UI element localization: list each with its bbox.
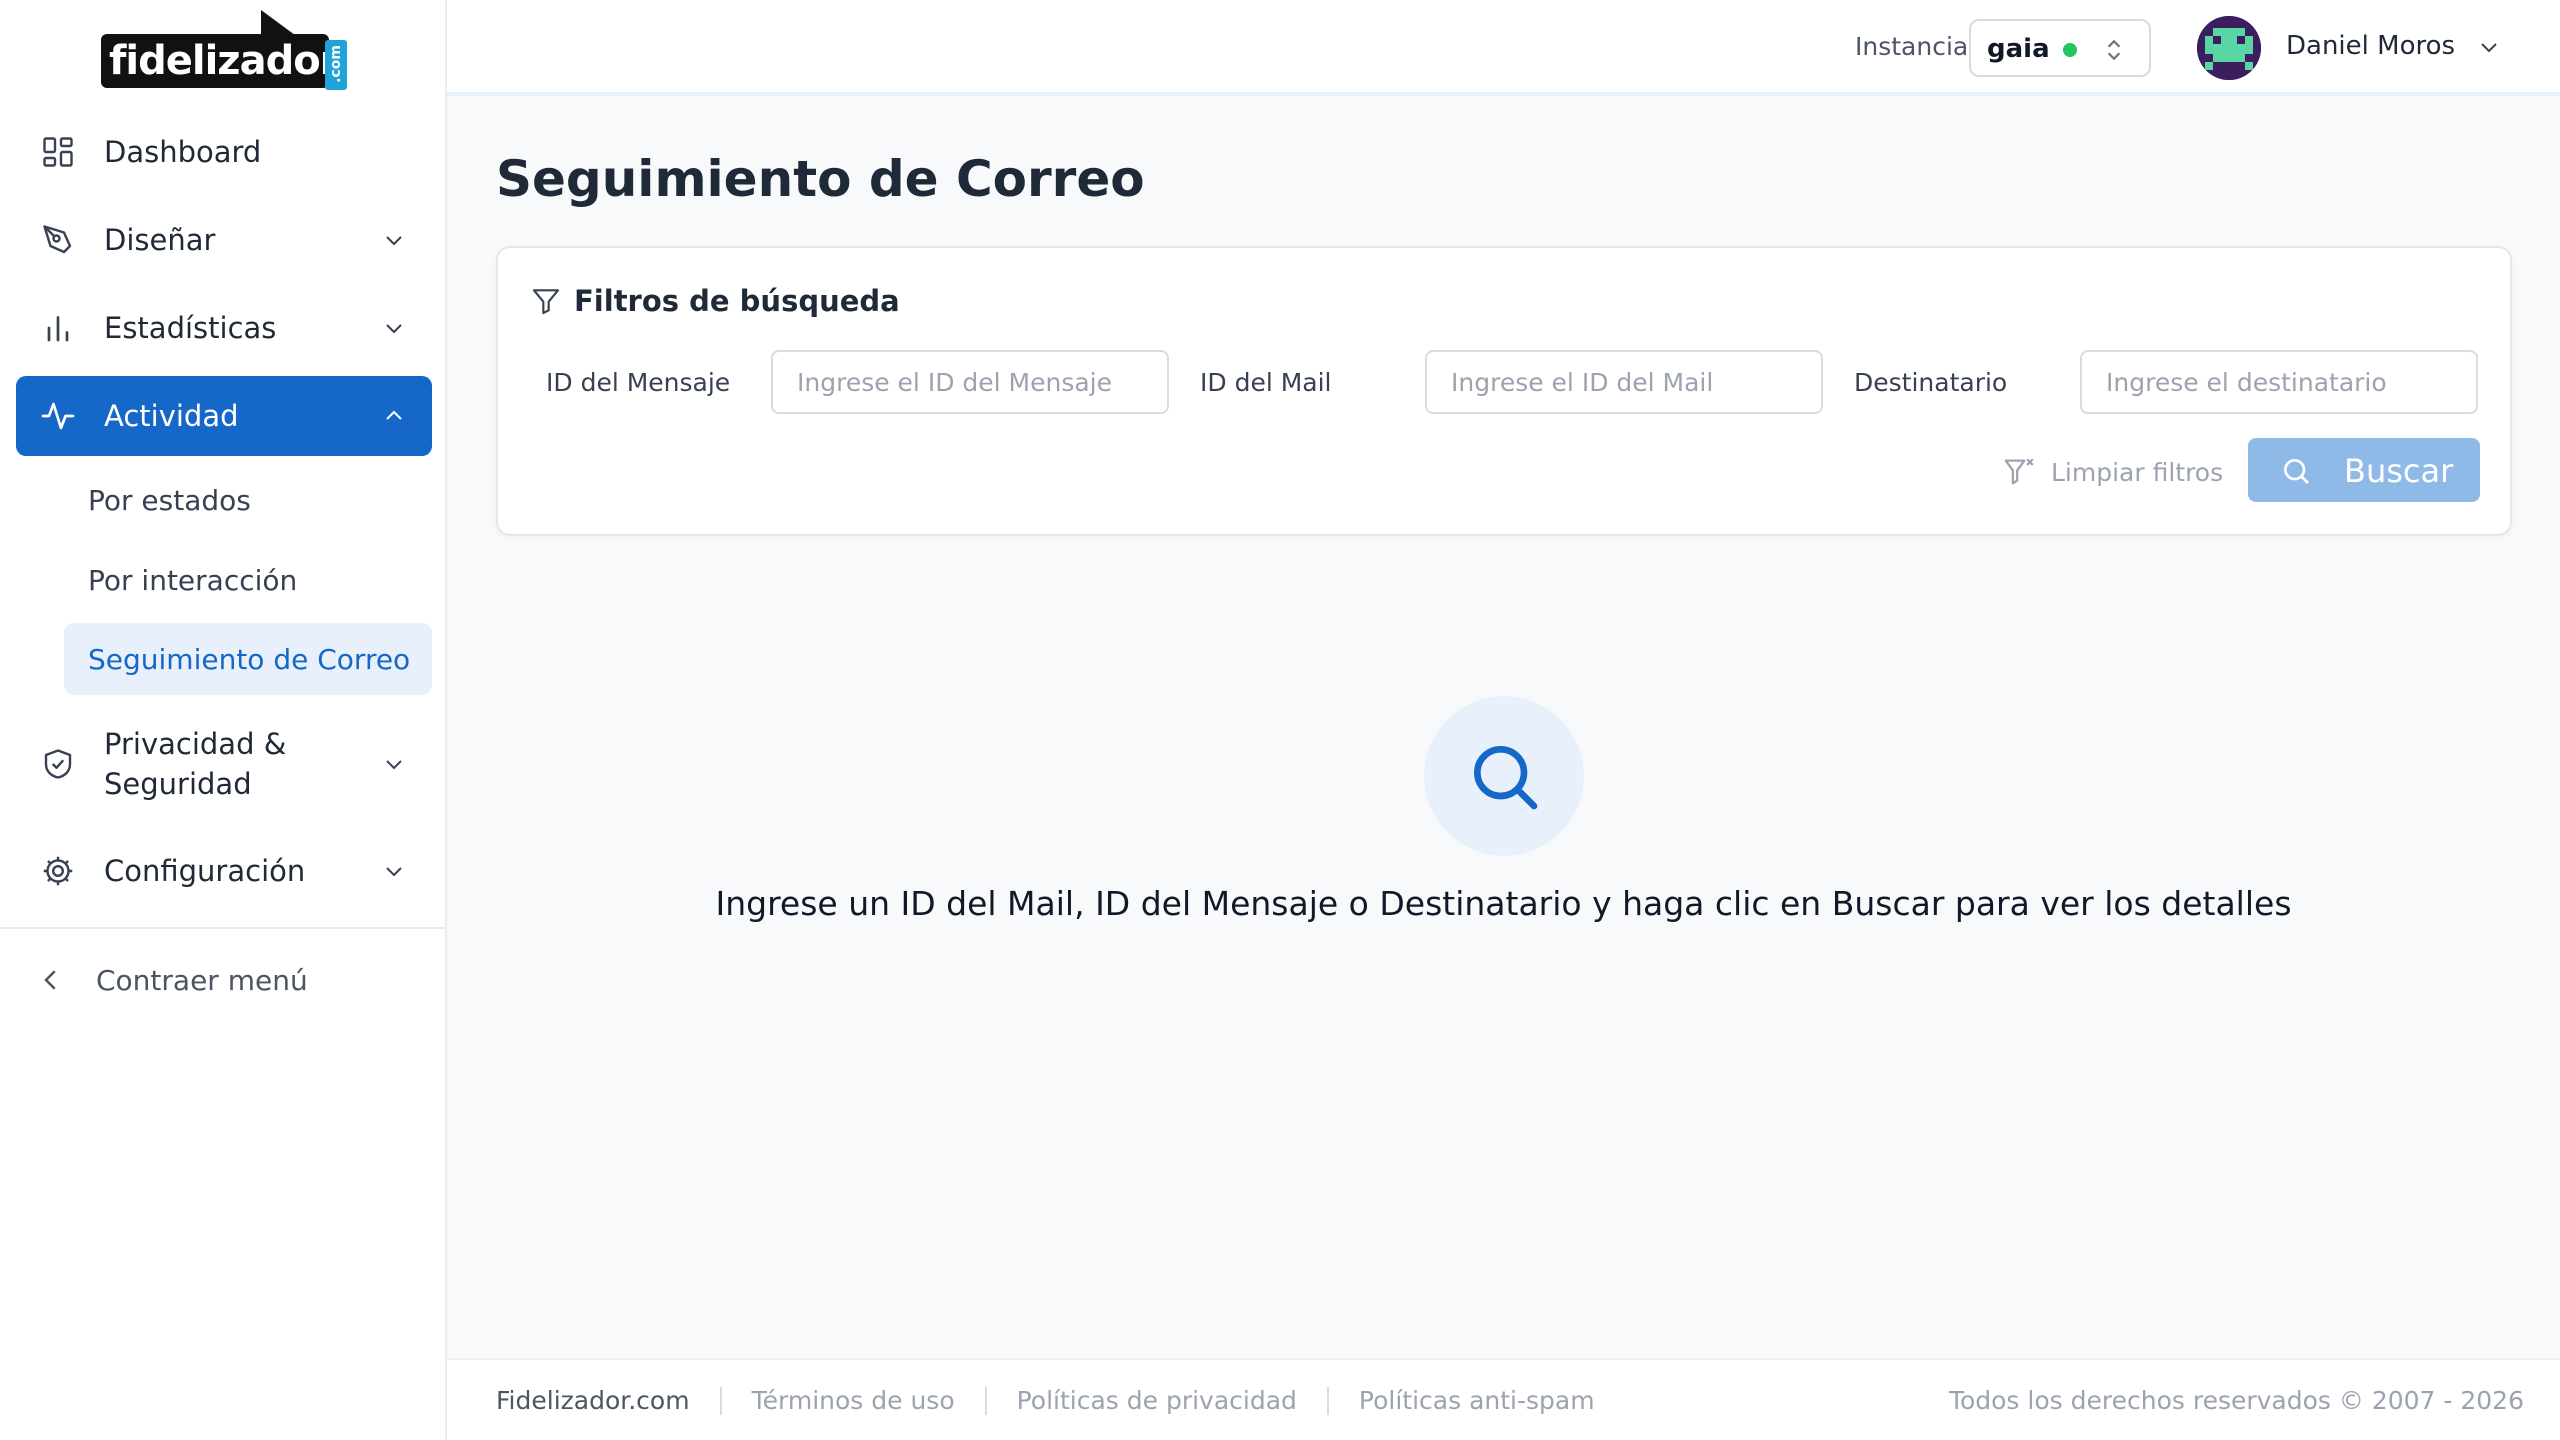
filter-funnel-icon [532,289,560,315]
clear-filters-button[interactable]: Limpiar filtros [2003,452,2223,492]
footer-link-fidelizador[interactable]: Fidelizador.com [496,1386,690,1415]
sidebar-item-actividad[interactable]: Actividad [16,376,432,456]
message-id-label: ID del Mensaje [546,368,731,397]
search-button[interactable]: Buscar [2248,438,2480,502]
sidebar-item-dashboard[interactable]: Dashboard [16,112,432,192]
clear-filters-label: Limpiar filtros [2051,457,2224,487]
top-bar: Instancia gaia Daniel Moros [447,0,2560,96]
footer-link-privacidad[interactable]: Políticas de privacidad [1017,1386,1297,1415]
logo-text: fidelizador [109,38,339,84]
footer-link-terminos[interactable]: Términos de uso [752,1386,955,1415]
sidebar-item-configuracion[interactable]: Configuración [16,831,432,911]
footer-separator [984,1386,987,1415]
footer-separator [1326,1386,1329,1415]
fidelizador-logo[interactable]: fidelizador .com [101,10,347,90]
gear-icon [43,856,73,886]
filter-heading: Filtros de búsqueda [530,284,900,318]
collapse-menu-button[interactable]: Contraer menú [36,960,308,1000]
instance-select[interactable]: gaia [1969,19,2151,77]
footer-links: Fidelizador.com Términos de uso Política… [496,1386,1595,1415]
copyright-text: Todos los derechos reservados © 2007 - 2… [1948,1386,2524,1415]
sidebar-item-label: Diseñar [104,223,216,257]
sidebar-subitem-por-interaccion[interactable]: Por interacción [64,544,432,616]
search-icon [2284,459,2309,484]
chevron-up-icon [386,410,402,420]
sidebar: fidelizador .com Dashboard Diseñar Estad… [0,0,447,1440]
logo-suffix: .com [328,45,344,83]
chevron-down-icon [386,867,402,877]
filter-card: Filtros de búsqueda ID del Mensaje ID de… [496,246,2512,536]
chevron-down-icon [386,324,402,334]
sidebar-item-label: Estadísticas [104,311,277,345]
instance-value: gaia [1987,34,2050,64]
footer-separator [719,1386,722,1415]
mail-id-input[interactable] [1425,350,1823,414]
user-name[interactable]: Daniel Moros [2286,31,2455,61]
sidebar-item-disenar[interactable]: Diseñar [16,200,432,280]
instance-label: Instancia [1855,32,1969,61]
sidebar-item-label: Privacidad & Seguridad [104,727,287,801]
sidebar-item-label: Configuración [104,854,306,888]
dashboard-grid-icon [43,137,73,167]
filter-heading-label: Filtros de búsqueda [574,284,900,318]
search-icon [1474,746,1538,810]
activity-pulse-icon [41,402,75,430]
search-button-label: Buscar [2344,452,2454,490]
chevron-up-down-icon [2107,39,2121,61]
recipient-label: Destinatario [1854,368,2008,397]
sidebar-subitem-seguimiento-de-correo[interactable]: Seguimiento de Correo [64,623,432,695]
sidebar-item-label: Actividad [104,399,239,433]
message-id-input[interactable] [771,350,1169,414]
empty-state-icon-badge [1424,696,1584,856]
page-title: Seguimiento de Correo [496,150,1145,208]
avatar[interactable] [2197,16,2261,80]
recipient-input[interactable] [2080,350,2478,414]
chevron-down-icon [386,236,402,246]
empty-state-message: Ingrese un ID del Mail, ID del Mensaje o… [715,884,2292,923]
sidebar-item-label: Dashboard [104,135,262,169]
sidebar-item-privacidad-seguridad[interactable]: Privacidad & Seguridad [16,716,432,812]
collapse-menu-label: Contraer menú [96,963,308,997]
filter-clear-icon [2004,458,2034,485]
sidebar-divider [0,927,445,929]
sidebar-item-estadisticas[interactable]: Estadísticas [16,288,432,368]
footer: Fidelizador.com Términos de uso Política… [447,1358,2560,1440]
footer-link-antispam[interactable]: Políticas anti-spam [1359,1386,1595,1415]
shield-check-icon [44,749,72,779]
pixel-avatar-icon [2197,16,2261,80]
sidebar-subitem-por-estados[interactable]: Por estados [64,464,432,536]
chevron-down-icon[interactable] [2477,35,2501,59]
chevron-left-icon [44,970,56,990]
mail-id-label: ID del Mail [1200,368,1332,397]
pen-tool-icon [43,225,72,254]
bar-chart-icon [47,316,69,342]
chevron-down-icon [386,760,402,770]
status-dot-icon [2063,43,2077,57]
